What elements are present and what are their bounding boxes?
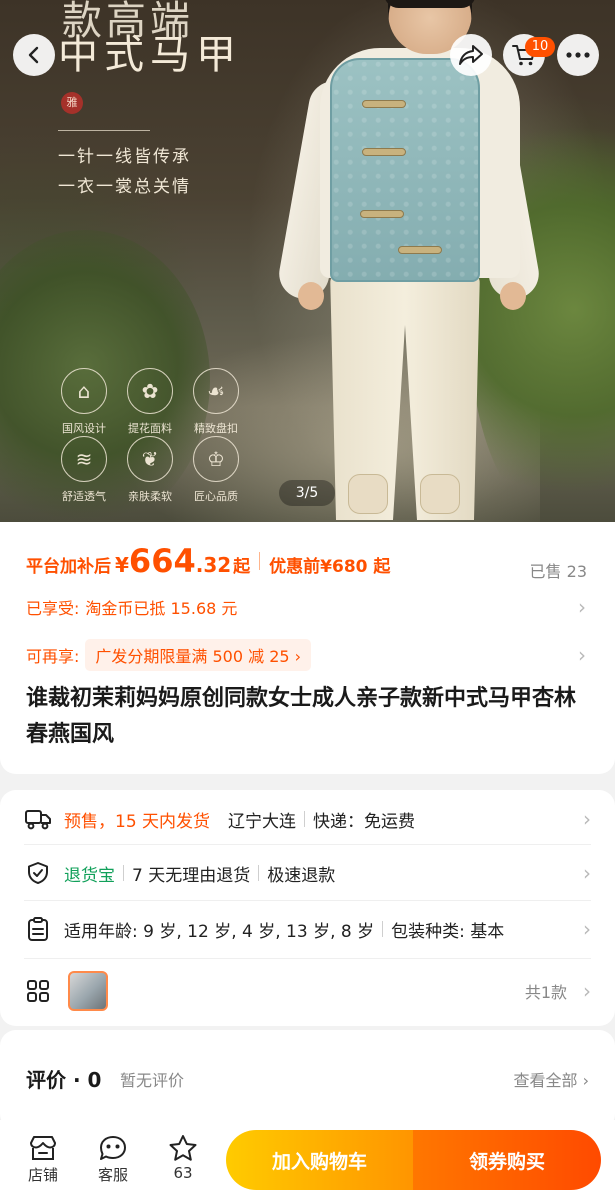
wind-icon: ≋ (61, 436, 107, 482)
variant-count: 共1款 (524, 983, 567, 1002)
price-row: 平台加补后 ¥ 664 .32 起 优惠前¥680 起 (26, 542, 390, 580)
price-decimal: .32 (195, 553, 232, 577)
chevron-right-icon: › (577, 861, 591, 885)
feature-craft-quality: ♔ 匠心品质 (183, 436, 249, 504)
favorites-count: 63 (173, 1164, 193, 1182)
grid-icon (24, 977, 52, 1005)
hero-title: 中式马甲 (58, 32, 242, 78)
seal-stamp: 雅 (61, 92, 83, 114)
service-label: 客服 (97, 1166, 128, 1184)
more-dots-icon (566, 52, 590, 58)
product-image-carousel[interactable]: 款高端 中式马甲 雅 一针一线皆传承 一衣一裳总关情 ⌂ 国风设计 ✿ 提花面料… (0, 0, 615, 522)
presale-text: 预售，15 天内发货 (64, 811, 211, 832)
chevron-right-icon: › (577, 917, 591, 941)
share-button[interactable] (450, 34, 492, 76)
review-title: 评价 · 0 (26, 1068, 102, 1092)
chevron-right-icon: › (578, 595, 586, 619)
row-divider (24, 844, 591, 845)
view-all-reviews-link[interactable]: 查看全部 › (514, 1067, 590, 1091)
variants-row[interactable]: 共1款 › (24, 964, 591, 1018)
currency-symbol: ¥ (115, 553, 129, 577)
hero-slogan-1: 一针一线皆传承 (58, 147, 191, 167)
feature-knot-buttons: ☙ 精致盘扣 (183, 368, 249, 436)
price-separator (259, 552, 261, 570)
shop-button[interactable]: 店铺 (15, 1132, 71, 1185)
model-hair (384, 0, 476, 8)
truck-icon (24, 805, 52, 833)
store-icon (15, 1132, 71, 1164)
chevron-right-icon: › (577, 979, 591, 1003)
review-empty-text: 暂无评价 (120, 1071, 185, 1090)
sold-count: 已售 23 (529, 562, 587, 581)
bottom-action-bar: 店铺 客服 63 加入购物车 领券购买 (0, 1120, 615, 1200)
chevron-right-icon: › (577, 807, 591, 831)
review-card[interactable]: 评价 · 0 暂无评价 查看全部 › (0, 1030, 615, 1130)
share-icon (459, 45, 483, 65)
flower-icon: ✿ (127, 368, 173, 414)
vest-button-knot (398, 246, 442, 254)
model-hand-right (500, 282, 526, 310)
divider (123, 865, 124, 881)
model-shoe-left (348, 474, 388, 514)
installment-offer-pill[interactable]: 广发分期限量满 500 减 25 › (85, 639, 312, 671)
shop-label: 店铺 (27, 1166, 58, 1184)
buy-with-coupon-button[interactable]: 领券购买 (413, 1130, 601, 1190)
fast-refund-text: 极速退款 (267, 865, 336, 886)
price-integer: 664 (128, 542, 196, 580)
vest-button-knot (362, 100, 406, 108)
shield-check-icon (24, 859, 52, 887)
model-vest (330, 58, 480, 282)
return-insurance-label: 退货宝 (64, 865, 115, 886)
feature-breathable: ≋ 舒适透气 (51, 436, 117, 504)
vest-button-knot (360, 210, 404, 218)
product-title: 谁裁初茉莉妈妈原创同款女士成人亲子款新中式马甲杏林春燕国风 (26, 686, 577, 747)
promo-enjoyed-key: 已享受: (26, 599, 80, 618)
shipping-row[interactable]: 预售，15 天内发货 辽宁大连 快递：免运费 › (24, 792, 591, 846)
customer-service-button[interactable]: 客服 (85, 1132, 141, 1185)
row-divider (24, 900, 591, 901)
price-label: 平台加补后 (26, 557, 111, 577)
clipboard-icon (24, 915, 52, 943)
cart-count-badge: 10 (525, 37, 555, 57)
vest-button-knot (362, 148, 406, 156)
carousel-page-indicator: 3/5 (279, 480, 335, 506)
original-price: 优惠前¥680 起 (269, 557, 391, 577)
promo-enjoyed-text: 淘金币已抵 15.68 元 (85, 599, 238, 618)
promo-again-row[interactable]: 可再享: 广发分期限量满 500 减 25 › › (26, 639, 586, 671)
parameters-row[interactable]: 适用年龄: 9 岁, 12 岁, 4 岁, 13 岁, 8 岁 包装种类: 基本… (24, 902, 591, 956)
divider (304, 811, 306, 827)
variant-thumbnail[interactable] (68, 971, 108, 1011)
more-button[interactable] (557, 34, 599, 76)
scroll-icon: ⌂ (61, 368, 107, 414)
price-suffix: 起 (233, 557, 251, 577)
return-policy-text: 7 天无理由退货 (132, 865, 251, 886)
feature-soft: ❦ 亲肤柔软 (117, 436, 183, 504)
back-button[interactable] (13, 34, 55, 76)
package-params: 包装种类: 基本 (391, 921, 505, 942)
row-divider (24, 958, 591, 959)
feature-guofeng-design: ⌂ 国风设计 (51, 368, 117, 436)
ship-origin: 辽宁大连 (228, 811, 297, 832)
hero-slogan-2: 一衣一裳总关情 (58, 177, 191, 197)
promo-enjoyed-row[interactable]: 已享受: 淘金币已抵 15.68 元 › (26, 592, 586, 622)
favorite-button[interactable]: 63 (155, 1132, 211, 1182)
model-shoe-right (420, 474, 460, 514)
return-policy-row[interactable]: 退货宝 7 天无理由退货 极速退款 › (24, 846, 591, 900)
star-icon (155, 1132, 211, 1164)
promo-again-key: 可再享: (26, 647, 80, 666)
leaf-icon: ❦ (127, 436, 173, 482)
divider (258, 865, 260, 881)
crown-icon: ♔ (193, 436, 239, 482)
add-to-cart-button[interactable]: 加入购物车 (226, 1130, 413, 1190)
chevron-right-icon: › (578, 643, 586, 667)
age-params: 适用年龄: 9 岁, 12 岁, 4 岁, 13 岁, 8 岁 (64, 921, 375, 942)
chevron-left-icon (28, 46, 39, 64)
knot-icon: ☙ (193, 368, 239, 414)
shipping-fee: 快递：免运费 (313, 811, 416, 832)
chat-face-icon (85, 1132, 141, 1164)
divider (382, 921, 384, 937)
hero-divider (58, 130, 150, 131)
feature-jacquard-fabric: ✿ 提花面料 (117, 368, 183, 436)
model-hand-left (298, 282, 324, 310)
